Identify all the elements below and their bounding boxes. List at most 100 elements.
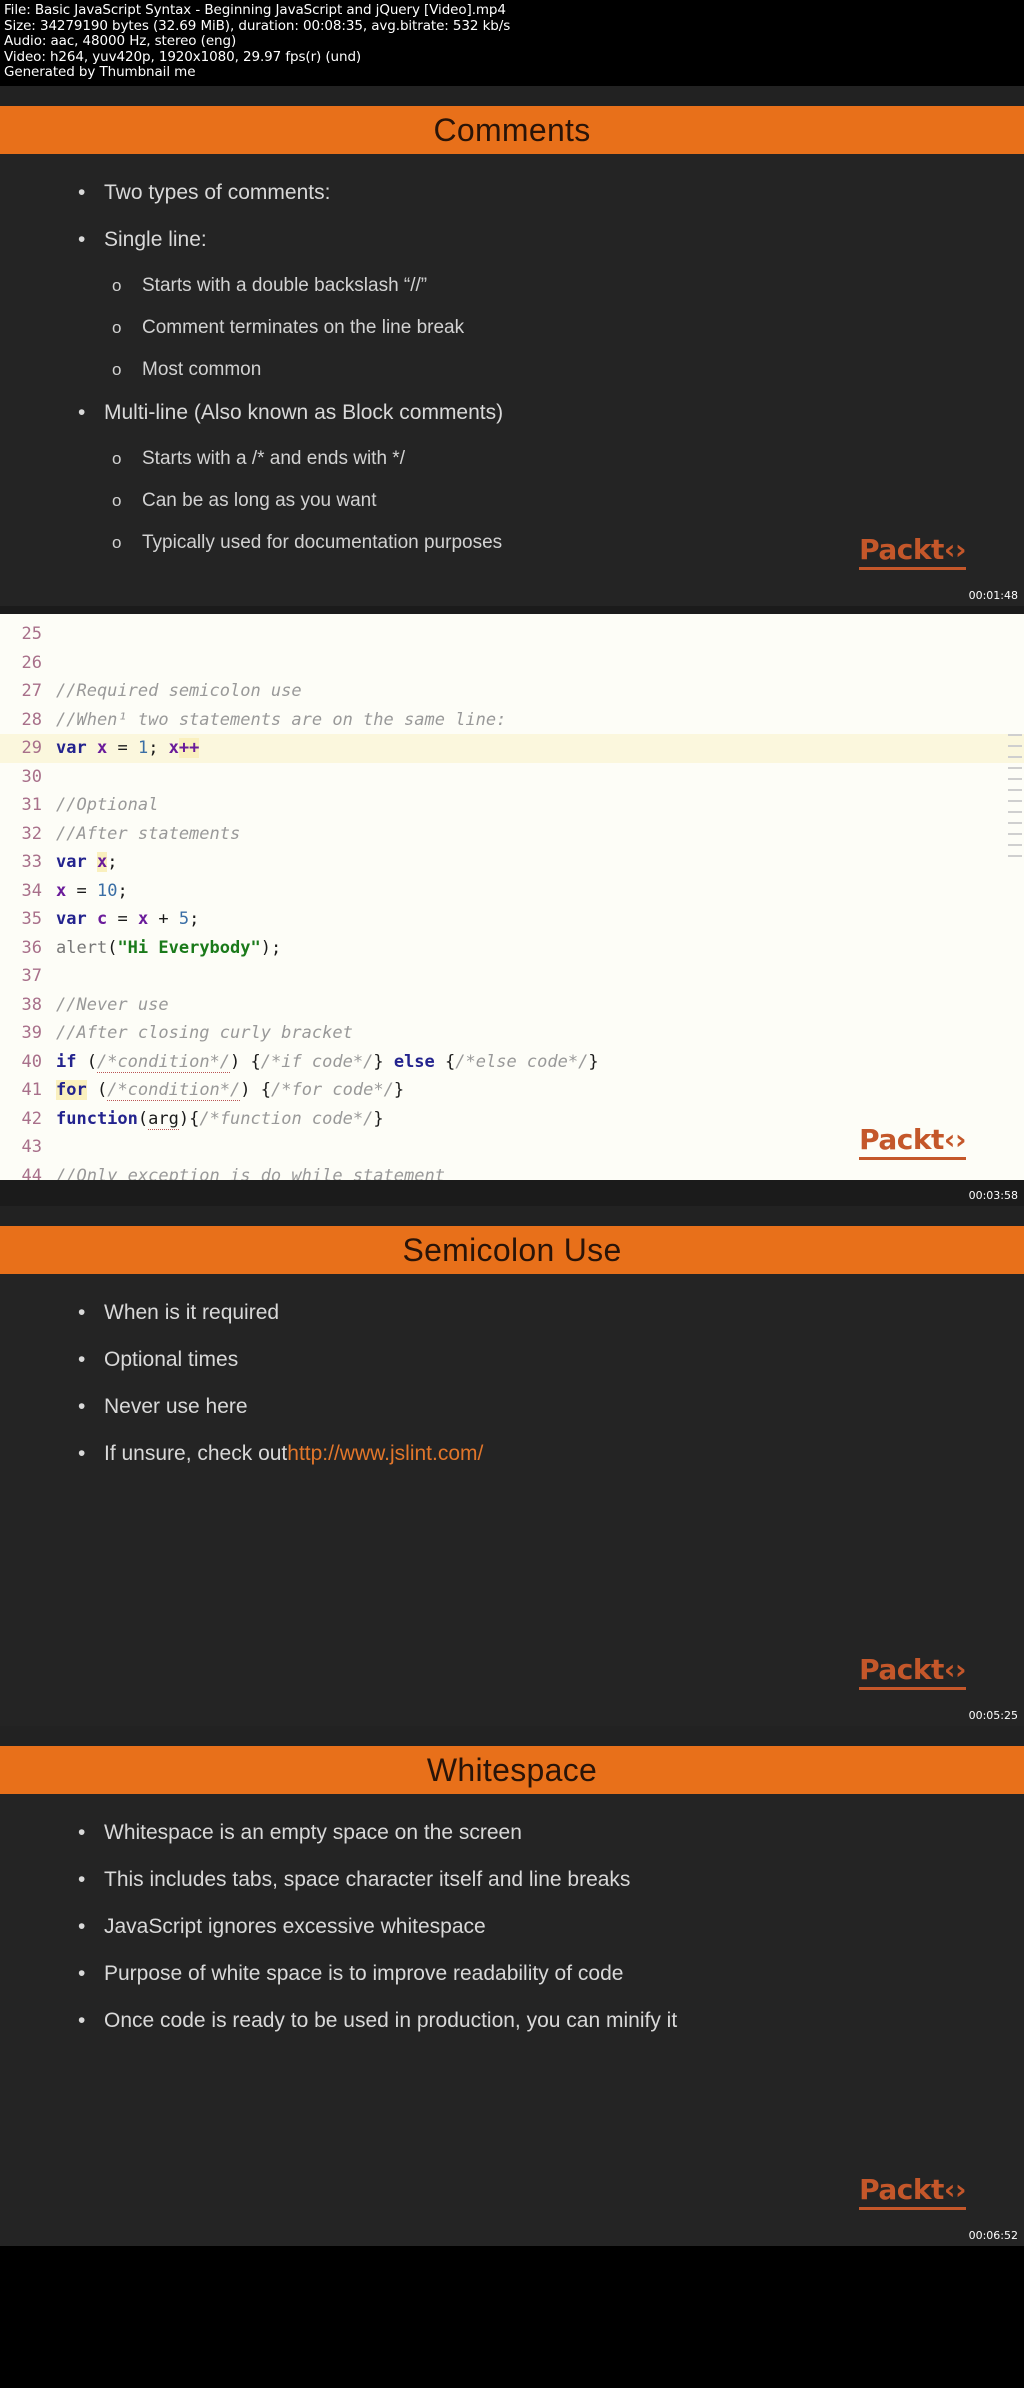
code-token: 1 (137, 738, 149, 758)
code-line: 30 (0, 763, 1024, 792)
code-token: "Hi Everybody" (117, 937, 261, 958)
packt-logo-text: Packt‹› (859, 533, 967, 570)
bullet-item: o Starts with a double backslash “//” (0, 274, 1024, 298)
line-number: 30 (21, 766, 42, 787)
bullet-item: o Starts with a /* and ends with */ (0, 447, 1024, 471)
line-number: 43 (21, 1137, 42, 1157)
bullet-dot-icon: • (78, 1915, 86, 1938)
code-text: //Never use (56, 991, 169, 1020)
code-line: 31 //Optional (0, 791, 1024, 820)
code-text: function(arg){/*function code*/} (56, 1105, 384, 1134)
bullet-circle-icon: o (112, 449, 122, 468)
line-number: 32 (21, 823, 42, 844)
code-token: arg (148, 1108, 179, 1130)
code-token: /*condition*/ (107, 1080, 241, 1101)
bullet-text: Typically used for documentation purpose… (142, 532, 503, 553)
bullet-dot-icon: • (78, 1301, 86, 1324)
packt-chevron-icon: ‹› (943, 533, 967, 566)
bullet-dot-icon: • (78, 2009, 86, 2032)
bullet-dot-icon: • (78, 181, 86, 204)
minimap-mark (1008, 833, 1022, 835)
slide-body: • Whitespace is an empty space on the scr… (0, 1794, 1024, 2033)
code-token: //Optional (56, 795, 159, 815)
bullet-circle-icon: o (112, 318, 122, 337)
thumbnail-4[interactable]: Whitespace • Whitespace is an empty space … (0, 1726, 1024, 2246)
bullet-item: • Two types of comments: (0, 180, 1024, 205)
bullet-text: Whitespace is an empty space on the scre… (104, 1821, 522, 1844)
packt-chevron-icon: ‹› (943, 1123, 967, 1156)
code-line: 36 alert("Hi Everybody"); (0, 934, 1024, 963)
bullet-circle-icon: o (112, 533, 122, 552)
code-token: + (148, 909, 179, 929)
code-line: 37 (0, 962, 1024, 991)
code-token: } (373, 1108, 384, 1129)
bullet-circle-icon: o (112, 360, 122, 379)
bullet-item: • Multi-line (Also known as Block comment… (0, 400, 1024, 425)
bullet-item: • Whitespace is an empty space on the scr… (0, 1820, 1024, 1845)
thumbnail-3[interactable]: Semicolon Use • When is it required • Option… (0, 1206, 1024, 1726)
bullet-text: This includes tabs, space character itse… (104, 1868, 631, 1891)
code-token: ++ (178, 738, 200, 758)
thumbnail-timestamp: 00:05:25 (968, 1709, 1018, 1722)
bullet-item: • Once code is ready to be used in produc… (0, 2008, 1024, 2033)
bullet-text: Never use here (104, 1395, 248, 1418)
slide: Whitespace • Whitespace is an empty space … (0, 1746, 1024, 2246)
packt-logo: Packt‹› (859, 1123, 967, 1160)
code-token: function (56, 1108, 138, 1129)
slide-title: Semicolon Use (402, 1231, 622, 1268)
bullet-item: • Never use here (0, 1394, 1024, 1419)
file-info-line-audio: Audio: aac, 48000 Hz, stereo (eng) (4, 33, 237, 50)
file-info-line-file: File: Basic JavaScript Syntax - Beginnin… (4, 2, 506, 18)
bullet-dot-icon: • (78, 1442, 86, 1465)
code-token: /*function code*/ (199, 1108, 374, 1129)
code-token: if (56, 1051, 77, 1072)
editor-minimap[interactable] (1008, 734, 1022, 994)
thumbnail-1[interactable]: Comments • Two types of comments: • Single l… (0, 86, 1024, 606)
bullet-text: Most common (142, 359, 262, 380)
bullet-text: Starts with a double backslash “//” (142, 275, 428, 296)
code-token: x (96, 738, 108, 758)
bullet-item: o Can be as long as you want (0, 489, 1024, 513)
file-info-line-video: Video: h264, yuv420p, 1920x1080, 29.97 f… (4, 48, 362, 65)
bullet-text: When is it required (104, 1301, 280, 1324)
code-token: /*if code*/ (260, 1051, 374, 1072)
slide-body: • When is it required • Optional times • Neve… (0, 1274, 1024, 1466)
code-token: ) { (230, 1051, 261, 1072)
code-text: for (/*condition*/) {/*for code*/} (56, 1076, 404, 1105)
thumbnail-2[interactable]: 25 26 27 //Required semicolon use 28 //When¹ … (0, 606, 1024, 1206)
line-number: 34 (21, 880, 42, 901)
bullet-circle-icon: o (112, 491, 122, 510)
bullet-item: • Optional times (0, 1347, 1024, 1372)
code-text: //After closing curly bracket (56, 1019, 353, 1048)
jslint-link[interactable]: http://www.jslint.com/ (287, 1441, 483, 1466)
bullet-text: If unsure, check out (104, 1442, 288, 1465)
code-token: alert (56, 937, 108, 958)
code-text: x = 10; (56, 877, 128, 906)
bullet-text: Once code is ready to be used in product… (104, 2009, 678, 2032)
code-line: 26 (0, 649, 1024, 678)
thumbnail-timestamp: 00:01:48 (968, 589, 1018, 602)
bullet-dot-icon: • (78, 1348, 86, 1371)
code-text: var x; (56, 848, 117, 877)
slide-title: Whitespace (426, 1751, 598, 1788)
line-number: 37 (21, 966, 42, 986)
line-number: 31 (21, 795, 42, 815)
bullet-text: Optional times (104, 1348, 239, 1371)
line-number: 38 (21, 994, 42, 1015)
code-text: alert("Hi Everybody"); (56, 934, 281, 963)
bullet-text: Starts with a /* and ends with */ (142, 448, 405, 469)
bullet-item: • JavaScript ignores excessive whitespace (0, 1914, 1024, 1939)
code-line: 29 var x = 1; x++ (0, 734, 1024, 763)
slide-title-bar: Comments (0, 106, 1024, 154)
code-token: = (66, 880, 97, 901)
code-text: var x = 1; x++ (56, 734, 200, 763)
code-token: var (56, 738, 87, 758)
code-token: ) { (240, 1080, 271, 1100)
code-token: x (168, 738, 179, 758)
minimap-mark (1008, 778, 1022, 780)
bullet-item: • If unsure, check out http://www.jslint.… (0, 1441, 1024, 1466)
thumbnail-grid: Comments • Two types of comments: • Single l… (0, 86, 1024, 2246)
bullet-item: • Single line: (0, 227, 1024, 252)
code-token: ; (189, 909, 200, 929)
code-area[interactable]: 25 26 27 //Required semicolon use 28 //When¹ … (0, 614, 1024, 1190)
